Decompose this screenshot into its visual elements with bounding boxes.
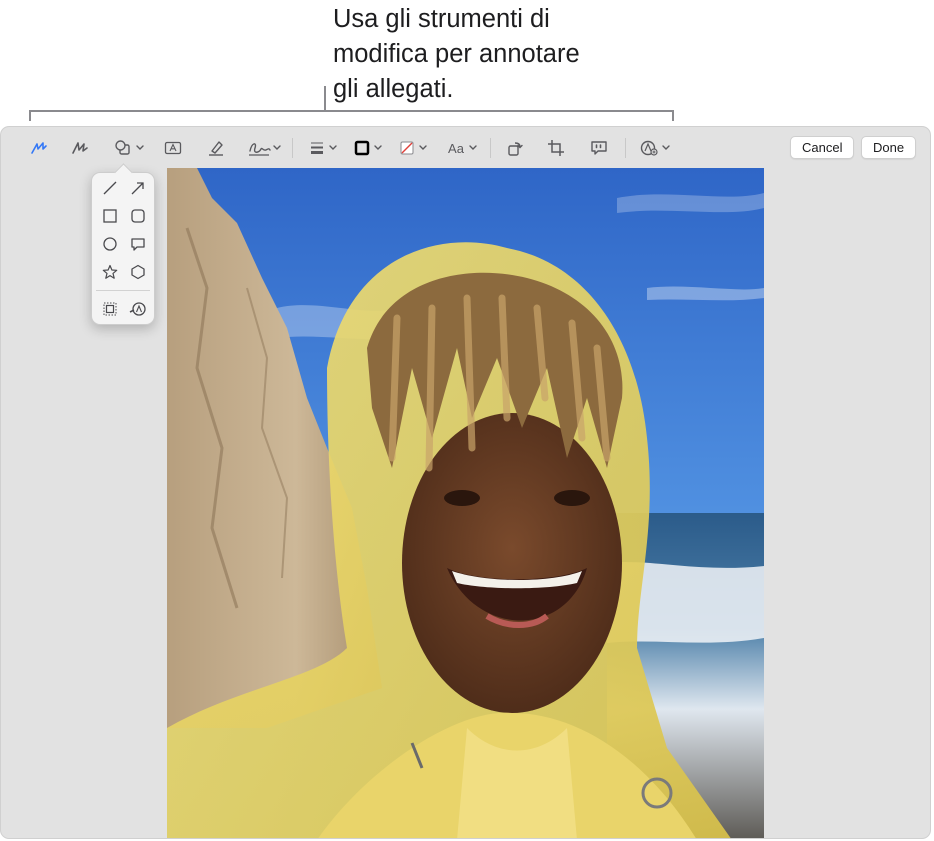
sketch-icon[interactable]	[29, 137, 49, 159]
markup-window: Aa Cancel Done	[0, 126, 931, 839]
callout-line: modifica per annotare	[333, 40, 580, 68]
mask-icon[interactable]	[100, 299, 120, 319]
draw-icon[interactable]	[70, 137, 90, 159]
toolbar-separator	[490, 138, 491, 158]
shape-style-icon[interactable]	[308, 137, 340, 159]
shapes-icon[interactable]	[114, 137, 146, 159]
oval-icon[interactable]	[100, 234, 120, 254]
photo-image	[167, 168, 764, 838]
border-color-icon[interactable]	[353, 137, 385, 159]
crop-icon[interactable]	[546, 137, 566, 159]
star-icon[interactable]	[100, 262, 120, 282]
loupe-icon[interactable]	[128, 299, 148, 319]
highlight-icon[interactable]	[206, 137, 226, 159]
toolbar-separator	[625, 138, 626, 158]
callout-stem	[324, 86, 326, 111]
fill-color-icon[interactable]	[398, 137, 430, 159]
text-style-label: Aa	[448, 140, 464, 156]
markup-toolbar: Aa Cancel Done	[1, 127, 930, 169]
text-icon[interactable]	[163, 137, 183, 159]
callout-bracket	[29, 110, 674, 121]
line-icon[interactable]	[100, 178, 120, 198]
rounded-rectangle-icon[interactable]	[128, 206, 148, 226]
markup-more-icon[interactable]	[639, 137, 673, 159]
callout-text: Usa gli strumenti di modifica per annota…	[333, 2, 693, 107]
arrow-icon[interactable]	[128, 178, 148, 198]
callout-line: gli allegati.	[333, 75, 454, 103]
callout-line: Usa gli strumenti di	[333, 5, 550, 33]
done-button[interactable]: Done	[861, 136, 917, 159]
toolbar-separator	[292, 138, 293, 158]
cancel-button[interactable]: Cancel	[790, 136, 855, 159]
sign-icon[interactable]	[247, 137, 283, 159]
rotate-icon[interactable]	[505, 137, 525, 159]
hexagon-icon[interactable]	[128, 262, 148, 282]
description-icon[interactable]	[589, 137, 609, 159]
rectangle-icon[interactable]	[100, 206, 120, 226]
speech-bubble-icon[interactable]	[128, 234, 148, 254]
shapes-menu	[91, 163, 155, 325]
shapes-menu-divider	[96, 290, 150, 291]
text-style-icon[interactable]: Aa	[445, 137, 481, 159]
